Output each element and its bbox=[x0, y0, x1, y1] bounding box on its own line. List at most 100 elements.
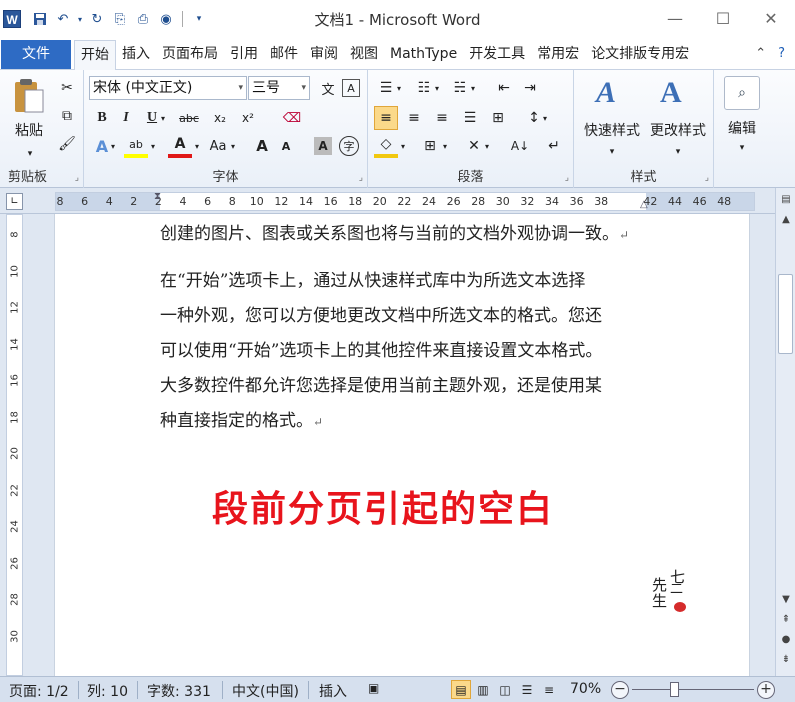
ruler-toggle-icon[interactable]: ▤ bbox=[778, 194, 794, 205]
open-icon[interactable]: ◉ bbox=[156, 10, 176, 28]
enclose-char-button[interactable]: 字 bbox=[339, 136, 359, 156]
align-right-button[interactable]: ≡ bbox=[430, 106, 454, 130]
align-left-button[interactable]: ≡ bbox=[374, 106, 398, 130]
tab-insert[interactable]: 插入 bbox=[116, 40, 156, 70]
scroll-thumb[interactable] bbox=[778, 274, 793, 354]
paste-button[interactable]: 粘贴 bbox=[12, 120, 46, 140]
quick-styles-icon[interactable]: A bbox=[596, 76, 616, 110]
align-center-button[interactable]: ≡ bbox=[402, 106, 426, 130]
maximize-icon[interactable]: ☐ bbox=[699, 0, 747, 36]
column-indicator[interactable]: 列: 10 bbox=[87, 681, 128, 701]
minimize-ribbon-icon[interactable]: ⌃ bbox=[755, 46, 766, 61]
tab-home[interactable]: 开始 bbox=[74, 40, 116, 71]
draft-view-icon[interactable]: ≡ bbox=[539, 680, 559, 699]
underline-dropdown-icon[interactable]: ▾ bbox=[158, 106, 168, 130]
web-layout-icon[interactable]: ◫ bbox=[495, 680, 515, 699]
show-marks-icon[interactable]: ↵ bbox=[542, 134, 566, 158]
font-size-dropdown-icon[interactable]: ▾ bbox=[301, 77, 306, 99]
tab-thesis-macros[interactable]: 论文排版专用宏 bbox=[585, 40, 695, 70]
paste-dropdown-icon[interactable]: ▾ bbox=[18, 142, 42, 166]
change-styles-dropdown-icon[interactable]: ▾ bbox=[666, 140, 690, 164]
font-name-combo[interactable]: 宋体 (中文正文) ▾ bbox=[89, 76, 247, 100]
tab-developer[interactable]: 开发工具 bbox=[463, 40, 531, 70]
numbering-dropdown-icon[interactable]: ▾ bbox=[432, 76, 442, 100]
tab-mathtype[interactable]: MathType bbox=[384, 40, 463, 70]
close-icon[interactable]: ✕ bbox=[747, 0, 795, 36]
shading-icon[interactable]: ◇ bbox=[374, 134, 398, 158]
superscript-button[interactable]: x² bbox=[236, 106, 260, 130]
redo-icon[interactable]: ↻ bbox=[87, 10, 107, 28]
word-count[interactable]: 字数: 331 bbox=[147, 681, 211, 701]
borders-dropdown-icon[interactable]: ▾ bbox=[440, 134, 450, 158]
zoom-out-icon[interactable]: − bbox=[611, 681, 629, 699]
help-icon[interactable]: ? bbox=[778, 46, 785, 61]
shading-dropdown-icon[interactable]: ▾ bbox=[398, 134, 408, 158]
editing-button[interactable]: 编辑 bbox=[722, 118, 762, 138]
bold-button[interactable]: B bbox=[90, 106, 114, 130]
decrease-indent-icon[interactable]: ⇤ bbox=[492, 76, 516, 100]
tab-references[interactable]: 引用 bbox=[224, 40, 264, 70]
outline-view-icon[interactable]: ☰ bbox=[517, 680, 537, 699]
next-page-icon[interactable]: ⇟ bbox=[778, 654, 794, 665]
change-styles-icon[interactable]: A bbox=[660, 76, 682, 110]
font-launcher-icon[interactable]: ⌟ bbox=[359, 173, 363, 183]
tab-page-layout[interactable]: 页面布局 bbox=[156, 40, 224, 70]
font-name-dropdown-icon[interactable]: ▾ bbox=[238, 77, 243, 99]
scroll-up-icon[interactable]: ▲ bbox=[778, 214, 794, 225]
clipboard-launcher-icon[interactable]: ⌟ bbox=[75, 173, 79, 183]
cut-icon[interactable]: ✂ bbox=[55, 76, 79, 100]
undo-icon[interactable]: ↶ bbox=[53, 10, 73, 28]
char-border-icon[interactable]: A bbox=[342, 79, 360, 97]
change-styles-button[interactable]: 更改样式 bbox=[646, 120, 710, 140]
quick-styles-dropdown-icon[interactable]: ▾ bbox=[600, 140, 624, 164]
tab-mailings[interactable]: 邮件 bbox=[264, 40, 304, 70]
print-preview-icon[interactable]: ⎙ bbox=[133, 10, 153, 28]
print-layout-view-icon[interactable]: ▤ bbox=[451, 680, 471, 699]
full-screen-reading-icon[interactable]: ▥ bbox=[473, 680, 493, 699]
undo-dropdown-icon[interactable]: ▾ bbox=[76, 10, 84, 28]
format-painter-icon[interactable]: 🖌 bbox=[55, 132, 79, 156]
grow-font-button[interactable]: A bbox=[250, 134, 274, 158]
font-color-dropdown-icon[interactable]: ▾ bbox=[192, 134, 202, 158]
editing-dropdown-icon[interactable]: ▾ bbox=[730, 136, 754, 160]
zoom-slider-track[interactable] bbox=[632, 689, 754, 690]
right-indent-marker-icon[interactable]: △ bbox=[640, 199, 648, 210]
zoom-slider-thumb[interactable] bbox=[670, 682, 679, 697]
highlight-dropdown-icon[interactable]: ▾ bbox=[148, 134, 158, 158]
increase-indent-icon[interactable]: ⇥ bbox=[518, 76, 542, 100]
word-app-icon[interactable]: W bbox=[3, 10, 21, 28]
text-effects-dropdown-icon[interactable]: ▾ bbox=[108, 134, 118, 158]
zoom-in-icon[interactable]: + bbox=[757, 681, 775, 699]
macro-record-icon[interactable]: ▣ bbox=[368, 681, 379, 695]
vertical-scrollbar[interactable]: ▤ ▲ ▼ ⇞ ● ⇟ bbox=[775, 188, 795, 676]
font-color-icon[interactable]: A bbox=[168, 134, 192, 158]
shrink-font-button[interactable]: A bbox=[274, 134, 298, 158]
language-indicator[interactable]: 中文(中国) bbox=[232, 681, 299, 701]
chinese-layout-dropdown-icon[interactable]: ▾ bbox=[482, 134, 492, 158]
styles-launcher-icon[interactable]: ⌟ bbox=[705, 173, 709, 183]
format-painter-qat-icon[interactable]: ⎘ bbox=[110, 10, 130, 28]
paragraph-launcher-icon[interactable]: ⌟ bbox=[565, 173, 569, 183]
highlight-color-icon[interactable]: ab bbox=[124, 134, 148, 158]
borders-icon[interactable]: ⊞ bbox=[418, 134, 442, 158]
change-case-button[interactable]: Aa bbox=[206, 134, 230, 158]
tab-view[interactable]: 视图 bbox=[344, 40, 384, 70]
italic-button[interactable]: I bbox=[114, 106, 138, 130]
justify-button[interactable]: ☰ bbox=[458, 106, 482, 130]
change-case-dropdown-icon[interactable]: ▾ bbox=[228, 134, 238, 158]
sort-icon[interactable]: A↓ bbox=[508, 134, 532, 158]
quick-styles-button[interactable]: 快速样式 bbox=[580, 120, 644, 140]
strikethrough-button[interactable]: abc bbox=[174, 106, 204, 130]
document-page[interactable]: 创建的图片、图表或关系图也将与当前的文档外观协调一致。↵ 在“开始”选项卡上，通… bbox=[54, 214, 750, 676]
previous-page-icon[interactable]: ⇞ bbox=[778, 614, 794, 625]
subscript-button[interactable]: x₂ bbox=[208, 106, 232, 130]
minimize-icon[interactable]: — bbox=[651, 0, 699, 36]
left-indent-marker-icon[interactable]: ⧗ bbox=[154, 191, 161, 202]
distributed-button[interactable]: ⊞ bbox=[486, 106, 510, 130]
bullets-dropdown-icon[interactable]: ▾ bbox=[394, 76, 404, 100]
select-browse-object-icon[interactable]: ● bbox=[778, 634, 794, 645]
multilevel-dropdown-icon[interactable]: ▾ bbox=[468, 76, 478, 100]
page-count[interactable]: 页面: 1/2 bbox=[9, 681, 69, 701]
binoculars-icon[interactable]: ⌕ bbox=[724, 76, 760, 110]
save-icon[interactable] bbox=[30, 10, 50, 28]
